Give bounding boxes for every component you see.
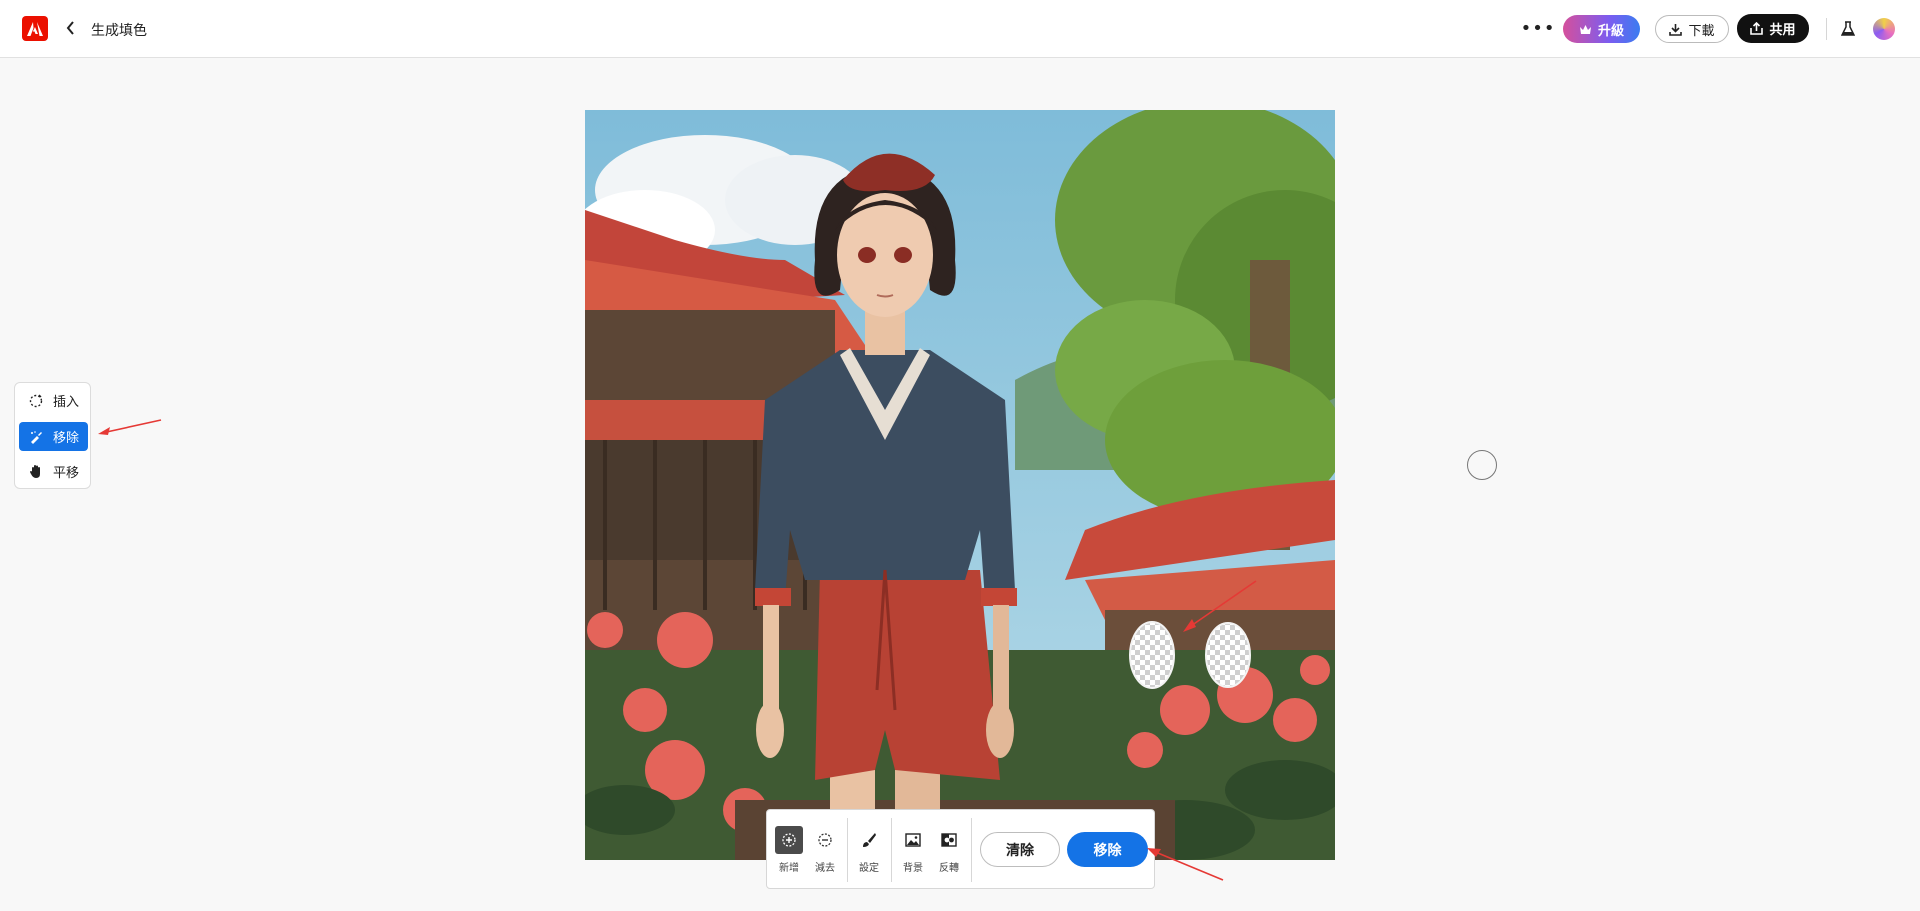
clear-button[interactable]: 清除 — [980, 832, 1060, 867]
upgrade-label: 升級 — [1597, 23, 1624, 39]
tool-pan-label: 平移 — [53, 466, 80, 481]
toolbar-divider — [847, 818, 848, 882]
image-background-icon — [905, 833, 921, 847]
subtract-mode-button[interactable]: 減去 — [809, 826, 841, 874]
anime-girl-illustration — [585, 110, 1335, 860]
add-mode-label: 新增 — [779, 863, 799, 874]
adobe-logo-icon[interactable] — [22, 16, 48, 41]
toolbar-divider — [891, 818, 892, 882]
remove-button[interactable]: 移除 — [1067, 832, 1148, 867]
toolbar-divider — [971, 818, 972, 882]
brush-settings-button[interactable]: 設定 — [853, 826, 885, 874]
subtract-mode-label: 減去 — [815, 863, 835, 874]
download-label: 下載 — [1688, 23, 1715, 39]
invert-selection-button[interactable]: 反轉 — [933, 826, 965, 874]
annotation-arrow-left — [98, 419, 162, 435]
brush-settings-label: 設定 — [859, 863, 879, 874]
remove-brush-icon — [31, 430, 42, 444]
top-header: 生成填色 ••• 升級 下載 共用 — [0, 0, 1920, 58]
tool-pan[interactable]: 平移 — [19, 457, 88, 486]
crown-icon — [1579, 24, 1591, 34]
image-canvas[interactable] — [585, 110, 1335, 860]
download-icon — [1669, 23, 1683, 36]
select-background-label: 背景 — [903, 863, 923, 874]
select-background-button[interactable]: 背景 — [897, 826, 929, 874]
tool-remove-label: 移除 — [53, 431, 80, 446]
add-mode-button[interactable]: 新增 — [773, 826, 805, 874]
subtract-circle-icon — [818, 833, 832, 847]
download-button[interactable]: 下載 — [1655, 15, 1729, 43]
labs-flask-icon[interactable] — [1838, 18, 1858, 40]
tool-remove[interactable]: 移除 — [19, 422, 88, 451]
hand-pan-icon — [30, 465, 40, 478]
bottom-toolbar: 新增 減去 設定 背景 反轉 清除 移除 — [766, 809, 1155, 889]
tool-insert-label: 插入 — [53, 395, 80, 410]
header-divider — [1826, 18, 1827, 40]
share-label: 共用 — [1769, 23, 1796, 38]
share-button[interactable]: 共用 — [1737, 14, 1809, 43]
page-title: 生成填色 — [91, 23, 147, 39]
upgrade-button[interactable]: 升級 — [1563, 15, 1640, 43]
share-icon — [1750, 22, 1764, 35]
tool-panel: 插入 移除 平移 — [14, 382, 91, 489]
add-circle-icon — [782, 833, 796, 847]
brush-cursor — [1467, 450, 1497, 480]
brush-icon — [863, 833, 876, 847]
invert-selection-label: 反轉 — [939, 863, 959, 874]
insert-dashed-circle-icon — [29, 394, 43, 407]
back-chevron-icon[interactable] — [62, 18, 78, 38]
tool-insert[interactable]: 插入 — [19, 386, 88, 415]
avatar[interactable] — [1873, 18, 1895, 40]
invert-icon — [941, 833, 957, 847]
more-options-icon[interactable]: ••• — [1521, 20, 1555, 38]
